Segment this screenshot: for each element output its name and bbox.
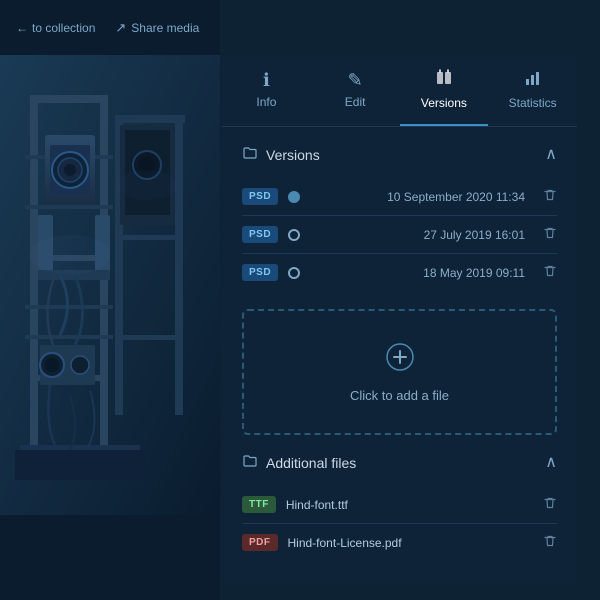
additional-files-title: Additional files bbox=[242, 453, 356, 472]
file-1-type-badge: TTF bbox=[242, 496, 276, 513]
additional-files-section-header: Additional files ∧ bbox=[242, 453, 557, 472]
file-2-name: Hind-font-License.pdf bbox=[288, 536, 526, 550]
versions-section-header: Versions ∧ bbox=[242, 145, 557, 164]
tab-statistics-label: Statistics bbox=[509, 96, 557, 110]
versions-content: Versions ∧ PSD 10 September 2020 11:34 P… bbox=[222, 127, 577, 579]
asset-preview-image bbox=[0, 55, 220, 515]
versions-folder-icon bbox=[242, 145, 258, 164]
edit-icon: ✎ bbox=[348, 71, 363, 89]
version-3-status-dot bbox=[288, 267, 300, 279]
file-row-1: TTF Hind-font.ttf bbox=[242, 486, 557, 524]
additional-files-title-text: Additional files bbox=[266, 455, 356, 471]
additional-files-folder-icon bbox=[242, 453, 258, 472]
top-bar: ← to collection ↗ Share media bbox=[0, 0, 220, 55]
version-2-delete-button[interactable] bbox=[543, 226, 557, 243]
version-2-date: 27 July 2019 16:01 bbox=[310, 228, 525, 242]
info-icon: ℹ bbox=[263, 71, 270, 89]
statistics-icon bbox=[524, 69, 542, 90]
version-row-2: PSD 27 July 2019 16:01 bbox=[242, 216, 557, 254]
version-row-1: PSD 10 September 2020 11:34 bbox=[242, 178, 557, 216]
version-1-type-badge: PSD bbox=[242, 188, 278, 205]
tab-statistics[interactable]: Statistics bbox=[488, 55, 577, 126]
version-3-type-badge: PSD bbox=[242, 264, 278, 281]
tab-versions-label: Versions bbox=[421, 96, 467, 110]
file-1-delete-button[interactable] bbox=[543, 496, 557, 513]
back-arrow-icon: ← bbox=[16, 21, 28, 35]
share-media-label: Share media bbox=[131, 21, 199, 35]
tab-info[interactable]: ℹ Info bbox=[222, 55, 311, 126]
add-file-label: Click to add a file bbox=[264, 388, 535, 403]
versions-section-title: Versions bbox=[242, 145, 320, 164]
left-panel: ← to collection ↗ Share media bbox=[0, 0, 220, 600]
add-file-dropzone[interactable]: Click to add a file bbox=[242, 309, 557, 435]
file-2-type-badge: PDF bbox=[242, 534, 278, 551]
tab-versions[interactable]: Versions bbox=[400, 55, 489, 126]
share-media-link[interactable]: ↗ Share media bbox=[115, 20, 199, 36]
tab-bar: ℹ Info ✎ Edit Versions bbox=[222, 55, 577, 127]
version-1-date: 10 September 2020 11:34 bbox=[310, 190, 525, 204]
versions-icon bbox=[435, 69, 453, 90]
versions-title-text: Versions bbox=[266, 147, 320, 163]
version-row-3: PSD 18 May 2019 09:11 bbox=[242, 254, 557, 291]
version-3-delete-button[interactable] bbox=[543, 264, 557, 281]
additional-files-collapse-button[interactable]: ∧ bbox=[545, 455, 557, 471]
file-2-delete-button[interactable] bbox=[543, 534, 557, 551]
tab-info-label: Info bbox=[256, 95, 276, 109]
version-2-type-badge: PSD bbox=[242, 226, 278, 243]
file-1-name: Hind-font.ttf bbox=[286, 498, 525, 512]
version-1-delete-button[interactable] bbox=[543, 188, 557, 205]
tab-edit[interactable]: ✎ Edit bbox=[311, 55, 400, 126]
add-file-icon bbox=[264, 341, 535, 380]
version-2-status-dot bbox=[288, 229, 300, 241]
tab-edit-label: Edit bbox=[345, 95, 366, 109]
versions-collapse-button[interactable]: ∧ bbox=[545, 147, 557, 163]
right-panel: ℹ Info ✎ Edit Versions bbox=[222, 55, 577, 585]
back-link-label: to collection bbox=[32, 21, 95, 35]
back-to-collection-link[interactable]: ← to collection bbox=[16, 21, 95, 35]
share-icon: ↗ bbox=[115, 20, 126, 36]
versions-list: PSD 10 September 2020 11:34 PSD 27 July … bbox=[242, 178, 557, 291]
version-3-date: 18 May 2019 09:11 bbox=[310, 266, 525, 280]
additional-files-list: TTF Hind-font.ttf PDF Hind-font-License.… bbox=[242, 486, 557, 561]
version-1-status-dot bbox=[288, 191, 300, 203]
file-row-2: PDF Hind-font-License.pdf bbox=[242, 524, 557, 561]
